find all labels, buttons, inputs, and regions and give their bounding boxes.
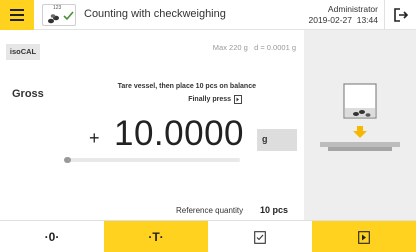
menu-button[interactable]: [0, 0, 34, 30]
user-info: Administrator 2019-02-27 13:44: [309, 4, 379, 26]
header-bar: 123 Counting with checkweighing Administ…: [0, 0, 416, 30]
time: 13:44: [356, 15, 378, 25]
footer-toolbar: ·0· ·T·: [0, 220, 416, 252]
reference-quantity-value: 10 pcs: [260, 205, 289, 215]
date-time: 2019-02-27 13:44: [309, 15, 379, 26]
weight-value: 10.0000: [114, 114, 245, 153]
app-title: Counting with checkweighing: [84, 8, 226, 20]
logout-icon: [393, 8, 408, 22]
tare-button[interactable]: ·T·: [104, 221, 208, 252]
document-arrow-icon: [234, 95, 242, 104]
capacity-bar: [64, 157, 240, 163]
user-name: Administrator: [327, 4, 378, 14]
instruction-text: Finally press: [188, 96, 231, 103]
weight-sign: +: [89, 128, 100, 148]
weight-mode-label: Gross: [12, 88, 44, 100]
instruction-line-2: Finally press: [188, 95, 242, 104]
logout-button[interactable]: [384, 0, 416, 30]
capacity-info: Max 220 g d = 0.0001 g: [213, 43, 296, 52]
date: 2019-02-27: [308, 15, 352, 25]
counting-app-icon: [48, 11, 74, 24]
checklist-icon: [254, 230, 266, 244]
max-capacity: Max 220 g: [212, 43, 248, 52]
illustration-panel: [304, 30, 416, 220]
document-arrow-icon: [358, 230, 370, 244]
balance-with-vessel-illustration: [320, 83, 400, 151]
hamburger-icon-line: [10, 14, 24, 16]
hamburger-icon: [10, 9, 24, 11]
finish-button[interactable]: [312, 221, 416, 252]
hamburger-icon-line: [10, 19, 24, 21]
unit-selector[interactable]: g: [257, 129, 297, 151]
instruction-line-1: Tare vessel, then place 10 pcs on balanc…: [117, 83, 256, 90]
weighing-panel: isoCAL Max 220 g d = 0.0001 g Gross Tare…: [0, 30, 304, 220]
reference-quantity-label: Reference quantity: [176, 206, 244, 215]
capacity-bar-indicator: [64, 157, 71, 163]
accept-button[interactable]: [208, 221, 312, 252]
app-selector-button[interactable]: 123: [42, 4, 76, 26]
isocal-button[interactable]: isoCAL: [6, 44, 40, 60]
zero-button[interactable]: ·0·: [0, 221, 104, 252]
readability: d = 0.0001 g: [254, 43, 296, 52]
